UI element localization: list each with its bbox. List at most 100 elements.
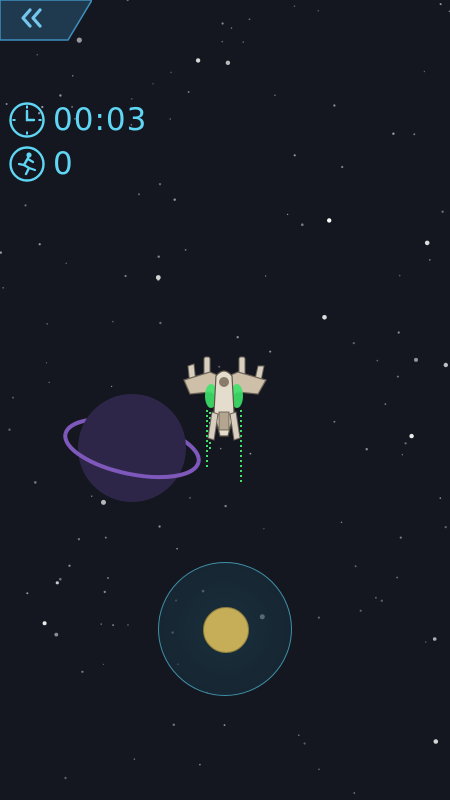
star [38, 243, 41, 246]
star [439, 497, 442, 499]
star [223, 724, 226, 726]
star [428, 259, 431, 261]
score-value: 0 [53, 146, 74, 182]
star [341, 165, 344, 169]
star [380, 599, 383, 602]
star [303, 742, 306, 745]
player-spaceship [183, 356, 267, 484]
star [376, 359, 379, 362]
star [159, 321, 162, 325]
star [425, 641, 427, 643]
star [170, 71, 172, 74]
star [81, 670, 84, 673]
star [110, 385, 113, 388]
star [0, 251, 2, 254]
star [439, 3, 442, 6]
star [317, 10, 319, 12]
star [374, 596, 377, 599]
timer-value: 00:03 [53, 102, 148, 138]
star [131, 98, 133, 100]
star [112, 320, 114, 323]
star [274, 94, 276, 97]
star [158, 183, 162, 186]
star [444, 526, 447, 529]
star [327, 218, 332, 223]
star [42, 621, 47, 626]
star [127, 624, 129, 626]
star [124, 274, 127, 278]
clock-icon [9, 102, 45, 138]
star [104, 536, 107, 539]
runner-icon [9, 146, 45, 182]
virtual-joystick[interactable] [158, 562, 292, 696]
star [172, 723, 175, 726]
star [433, 739, 439, 744]
star [107, 577, 109, 579]
star [221, 40, 224, 43]
star [173, 198, 176, 201]
star [195, 58, 201, 63]
back-tab-shape [0, 0, 92, 41]
star [2, 286, 5, 289]
star [365, 448, 368, 451]
star [34, 481, 37, 484]
star [45, 362, 48, 364]
star [392, 132, 395, 135]
star [322, 315, 327, 320]
star [242, 41, 244, 43]
star [71, 75, 74, 77]
back-button[interactable] [0, 0, 92, 41]
star [221, 22, 224, 25]
star [133, 758, 136, 760]
star [340, 521, 343, 524]
star [152, 83, 154, 85]
star [359, 609, 362, 612]
star [55, 581, 59, 585]
star [396, 375, 399, 378]
star [399, 536, 402, 539]
star [293, 5, 296, 7]
star [46, 323, 49, 325]
star [398, 274, 401, 277]
star [184, 249, 187, 251]
star [317, 616, 320, 619]
star [24, 204, 27, 207]
star [169, 118, 171, 120]
star [158, 525, 161, 528]
star [102, 663, 104, 666]
star [396, 576, 398, 579]
star [293, 154, 296, 157]
star [176, 547, 178, 550]
star [384, 403, 387, 405]
star [54, 632, 59, 637]
star [333, 104, 336, 107]
star [298, 734, 300, 736]
star [354, 565, 357, 568]
star [26, 592, 29, 595]
star [224, 504, 227, 508]
star [301, 223, 304, 226]
star [353, 792, 356, 794]
star [423, 70, 426, 73]
score-display: 0 [8, 145, 74, 183]
star [404, 442, 407, 445]
star [432, 637, 437, 641]
star [103, 590, 107, 594]
star [8, 428, 11, 431]
star [155, 275, 161, 280]
star [441, 210, 444, 213]
star [100, 623, 102, 625]
star [263, 528, 265, 530]
star [414, 357, 418, 362]
star [286, 213, 289, 216]
star [126, 0, 129, 2]
star [187, 91, 190, 93]
star [59, 577, 62, 581]
joystick-knob[interactable] [203, 607, 249, 653]
star [199, 763, 201, 766]
star [352, 342, 355, 345]
star [424, 240, 430, 246]
star [413, 133, 416, 136]
star [230, 27, 233, 29]
star [397, 331, 400, 334]
